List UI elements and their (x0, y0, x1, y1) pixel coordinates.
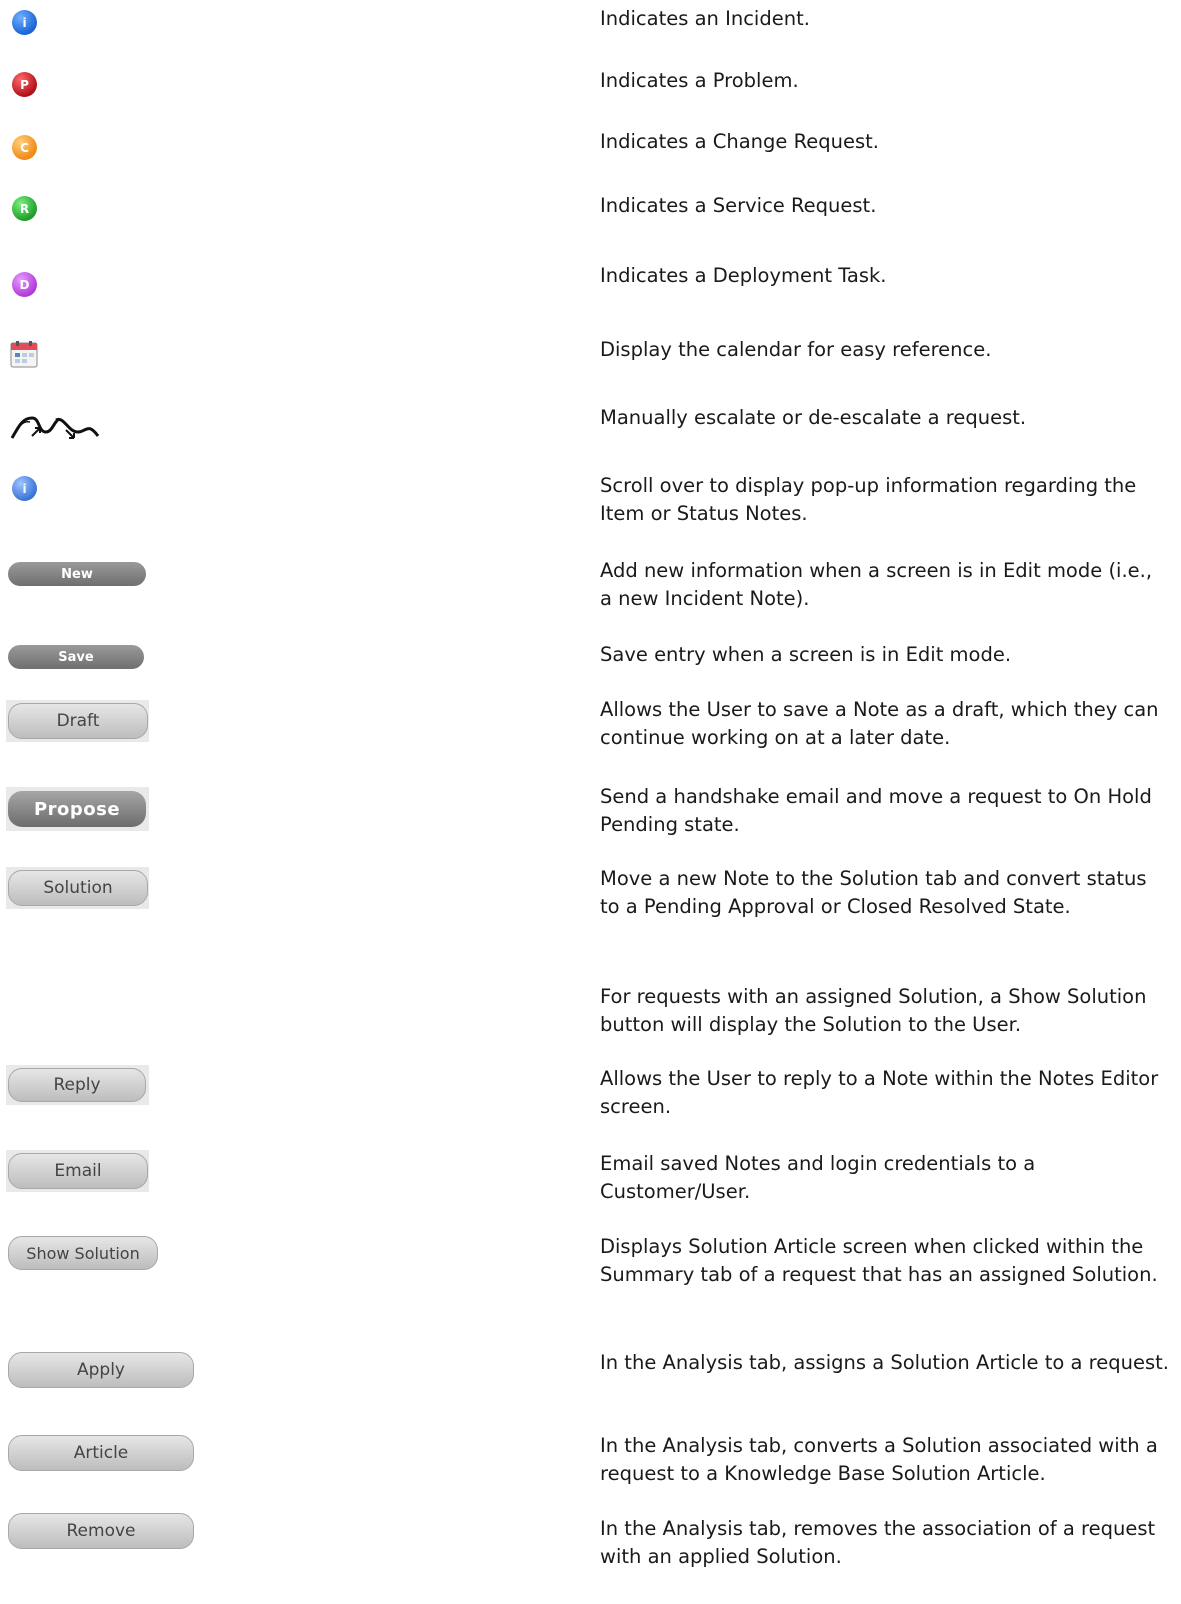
change-request-description: Indicates a Change Request. (600, 130, 879, 153)
service-request-description: Indicates a Service Request. (600, 194, 877, 217)
reply-description: Allows the User to reply to a Note withi… (600, 1067, 1159, 1118)
deployment-task-description: Indicates a Deployment Task. (600, 264, 887, 287)
propose-description: Send a handshake email and move a reques… (600, 785, 1152, 836)
draft-description: Allows the User to save a Note as a draf… (600, 698, 1159, 749)
propose-button[interactable]: Propose (8, 791, 146, 827)
reply-button[interactable]: Reply (8, 1068, 146, 1102)
article-button[interactable]: Article (8, 1435, 194, 1471)
remove-button[interactable]: Remove (8, 1513, 194, 1549)
problem-description: Indicates a Problem. (600, 69, 799, 92)
apply-description: In the Analysis tab, assigns a Solution … (600, 1351, 1169, 1374)
change-request-icon: C (12, 135, 37, 160)
show-solution-description: Displays Solution Article screen when cl… (600, 1235, 1158, 1286)
apply-button[interactable]: Apply (8, 1352, 194, 1388)
remove-description: In the Analysis tab, removes the associa… (600, 1517, 1156, 1568)
solution-description: Move a new Note to the Solution tab and … (600, 867, 1147, 918)
problem-icon: P (12, 72, 37, 97)
info-icon[interactable]: i (12, 476, 37, 501)
email-button[interactable]: Email (8, 1153, 148, 1189)
save-button[interactable]: Save (8, 645, 144, 669)
incident-icon: i (12, 10, 37, 35)
info-description: Scroll over to display pop-up informatio… (600, 474, 1137, 525)
draft-button[interactable]: Draft (8, 703, 148, 739)
new-button[interactable]: New (8, 562, 146, 586)
email-description: Email saved Notes and login credentials … (600, 1152, 1036, 1203)
calendar-icon (10, 340, 38, 368)
save-description: Save entry when a screen is in Edit mode… (600, 643, 1012, 666)
deployment-task-icon: D (12, 272, 37, 297)
article-description: In the Analysis tab, converts a Solution… (600, 1434, 1158, 1485)
calendar-description: Display the calendar for easy reference. (600, 338, 992, 361)
escalate-description: Manually escalate or de-escalate a reque… (600, 406, 1027, 429)
show-solution-button[interactable]: Show Solution (8, 1236, 158, 1270)
incident-description: Indicates an Incident. (600, 7, 810, 30)
escalate-icon[interactable] (8, 410, 103, 446)
solution-button[interactable]: Solution (8, 870, 148, 906)
new-description: Add new information when a screen is in … (600, 559, 1153, 610)
show-solution-note: For requests with an assigned Solution, … (600, 985, 1147, 1036)
service-request-icon: R (12, 196, 37, 221)
